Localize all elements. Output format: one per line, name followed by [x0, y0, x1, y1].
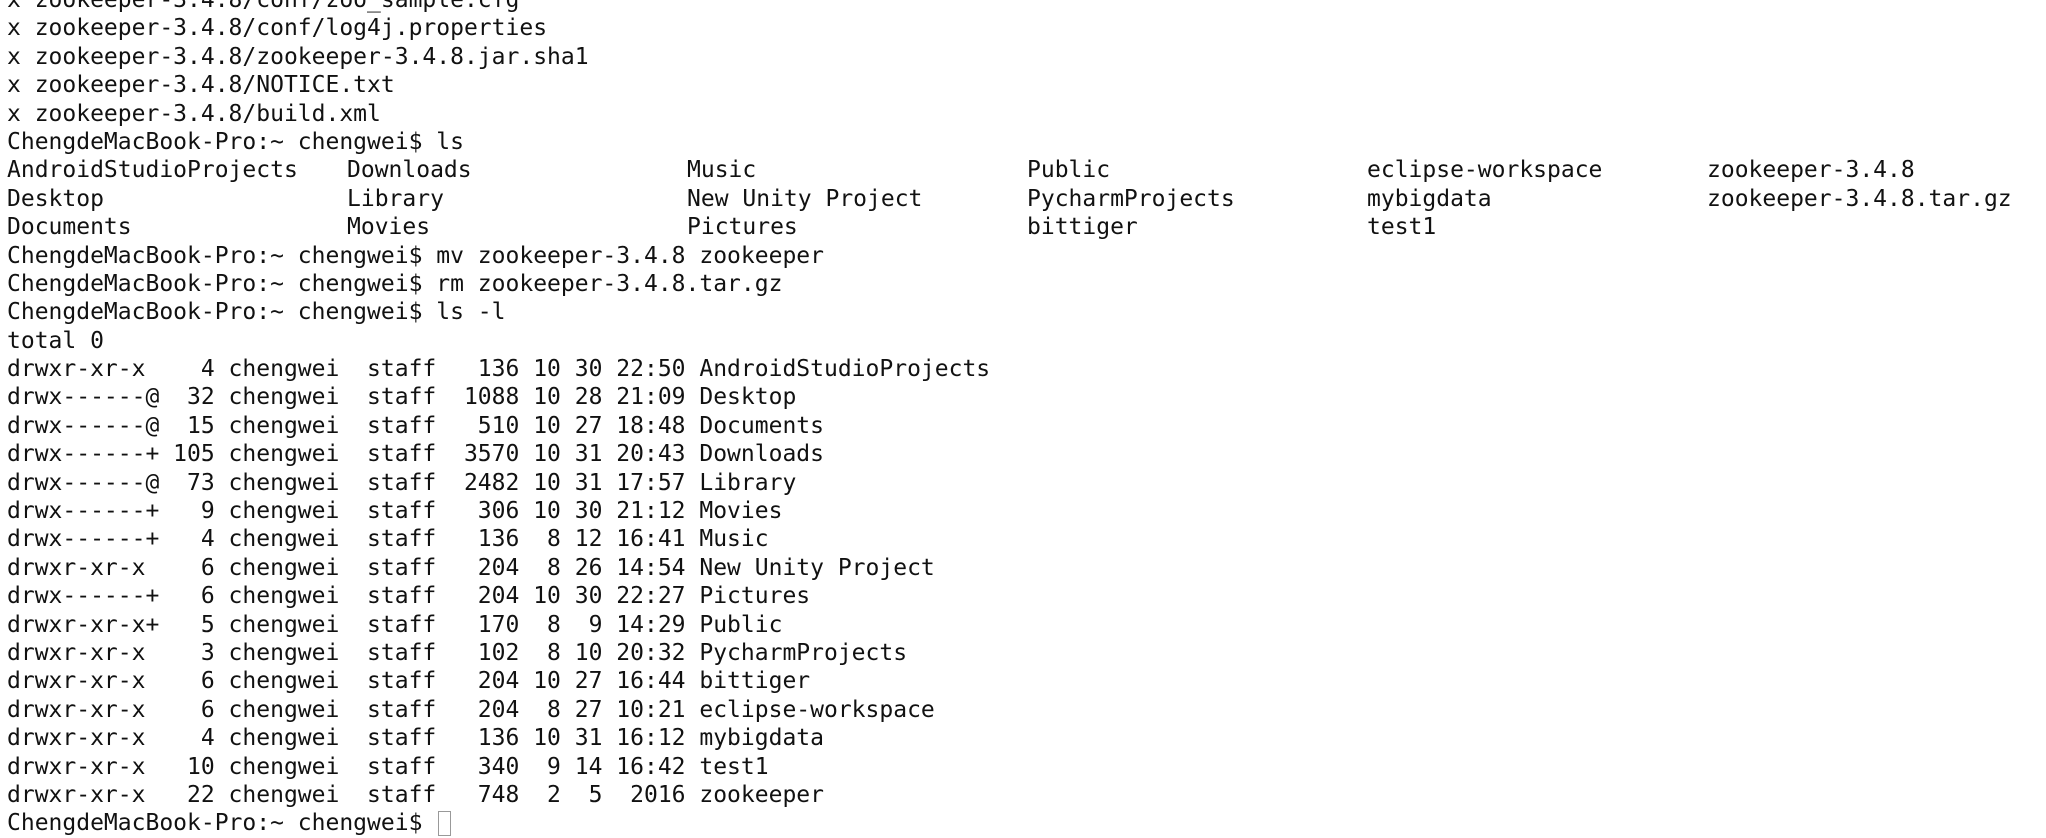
ls-output-row: Documents Movies Pictures bittiger test1	[7, 213, 2046, 241]
ls-entry: Movies	[347, 214, 431, 241]
ls-long-entry: drwxr-xr-x 6 chengwei staff 204 8 26 14:…	[7, 554, 935, 581]
ls-long-entry: drwx------@ 15 chengwei staff 510 10 27 …	[7, 412, 824, 439]
ls-output-row: AndroidStudioProjects Downloads Music Pu…	[7, 156, 2046, 184]
ls-entry: Documents	[7, 214, 132, 241]
command-line-ls-l: ChengdeMacBook-Pro:~ chengwei$ ls -l	[7, 299, 506, 326]
command-line-rm: ChengdeMacBook-Pro:~ chengwei$ rm zookee…	[7, 270, 783, 297]
ls-long-entry: drwxr-xr-x 6 chengwei staff 204 8 27 10:…	[7, 696, 935, 723]
ls-total-line: total 0	[7, 327, 104, 354]
terminal-output-line: x zookeeper-3.4.8/NOTICE.txt	[7, 72, 395, 99]
terminal-output-line: x zookeeper-3.4.8/conf/log4j.properties	[7, 15, 548, 42]
ls-entry: Library	[347, 185, 444, 212]
ls-long-entry: drwxr-xr-x 4 chengwei staff 136 10 30 22…	[7, 356, 991, 383]
ls-entry	[1707, 213, 2046, 241]
ls-entry: mybigdata	[1367, 185, 1492, 212]
ls-long-entry: drwxr-xr-x 4 chengwei staff 136 10 31 16…	[7, 725, 824, 752]
ls-entry: Music	[687, 157, 757, 184]
ls-long-entry: drwx------+ 105 chengwei staff 3570 10 3…	[7, 441, 824, 468]
ls-long-entry: drwx------+ 9 chengwei staff 306 10 30 2…	[7, 498, 783, 525]
active-prompt[interactable]: ChengdeMacBook-Pro:~ chengwei$	[7, 809, 2046, 837]
ls-long-entry: drwx------+ 6 chengwei staff 204 10 30 2…	[7, 583, 811, 610]
ls-entry: Desktop	[7, 185, 104, 212]
ls-entry: eclipse-workspace	[1367, 157, 1603, 184]
ls-long-entry: drwxr-xr-x 6 chengwei staff 204 10 27 16…	[7, 668, 811, 695]
ls-long-entry: drwxr-xr-x 3 chengwei staff 102 8 10 20:…	[7, 639, 908, 666]
ls-entry: New Unity Project	[687, 185, 923, 212]
ls-long-entry: drwxr-xr-x+ 5 chengwei staff 170 8 9 14:…	[7, 611, 783, 638]
ls-long-entry: drwx------@ 32 chengwei staff 1088 10 28…	[7, 384, 797, 411]
ls-entry: PycharmProjects	[1027, 185, 1235, 212]
terminal-window[interactable]: x zookeeper-3.4.8/conf/zoo_sample.cfg x …	[0, 0, 2046, 836]
ls-long-entry: drwx------@ 73 chengwei staff 2482 10 31…	[7, 469, 797, 496]
ls-long-entry: drwxr-xr-x 22 chengwei staff 748 2 5 201…	[7, 781, 824, 808]
ls-entry: Downloads	[347, 157, 472, 184]
ls-output-row: Desktop Library New Unity Project Pychar…	[7, 185, 2046, 213]
ls-entry: Pictures	[687, 214, 798, 241]
command-line-mv: ChengdeMacBook-Pro:~ chengwei$ mv zookee…	[7, 242, 824, 269]
block-cursor-icon[interactable]	[438, 811, 452, 837]
terminal-output-line: x zookeeper-3.4.8/zookeeper-3.4.8.jar.sh…	[7, 43, 589, 70]
ls-entry: zookeeper-3.4.8.tar.gz	[1707, 185, 2012, 212]
ls-long-entry: drwxr-xr-x 10 chengwei staff 340 9 14 16…	[7, 753, 769, 780]
ls-entry: AndroidStudioProjects	[7, 157, 298, 184]
ls-long-entry: drwx------+ 4 chengwei staff 136 8 12 16…	[7, 526, 769, 553]
prompt-text: ChengdeMacBook-Pro:~ chengwei$	[7, 810, 437, 837]
ls-entry: bittiger	[1027, 214, 1138, 241]
ls-entry: Public	[1027, 157, 1111, 184]
terminal-output-line: x zookeeper-3.4.8/conf/zoo_sample.cfg	[7, 0, 520, 13]
ls-entry: zookeeper-3.4.8	[1707, 157, 1915, 184]
command-line-ls: ChengdeMacBook-Pro:~ chengwei$ ls	[7, 128, 464, 155]
terminal-output-line: x zookeeper-3.4.8/build.xml	[7, 100, 381, 127]
ls-entry: test1	[1367, 214, 1437, 241]
